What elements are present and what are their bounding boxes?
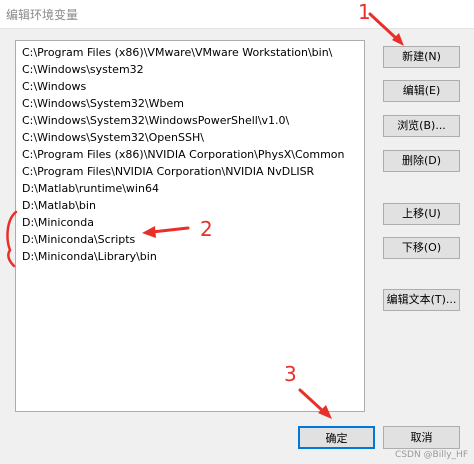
- annotation-overlay: [6, 12, 404, 419]
- annotation-1: 1: [358, 0, 371, 24]
- arrowhead-2-icon: [142, 226, 156, 238]
- bracket-icon: [6, 210, 18, 268]
- annotation-3: 3: [284, 362, 297, 386]
- watermark: CSDN @Billy_HF: [395, 450, 468, 460]
- annotation-2: 2: [200, 217, 213, 241]
- arrow-2-icon: [150, 226, 190, 234]
- arrow-3-icon: [298, 388, 326, 414]
- arrow-1-icon: [368, 12, 400, 42]
